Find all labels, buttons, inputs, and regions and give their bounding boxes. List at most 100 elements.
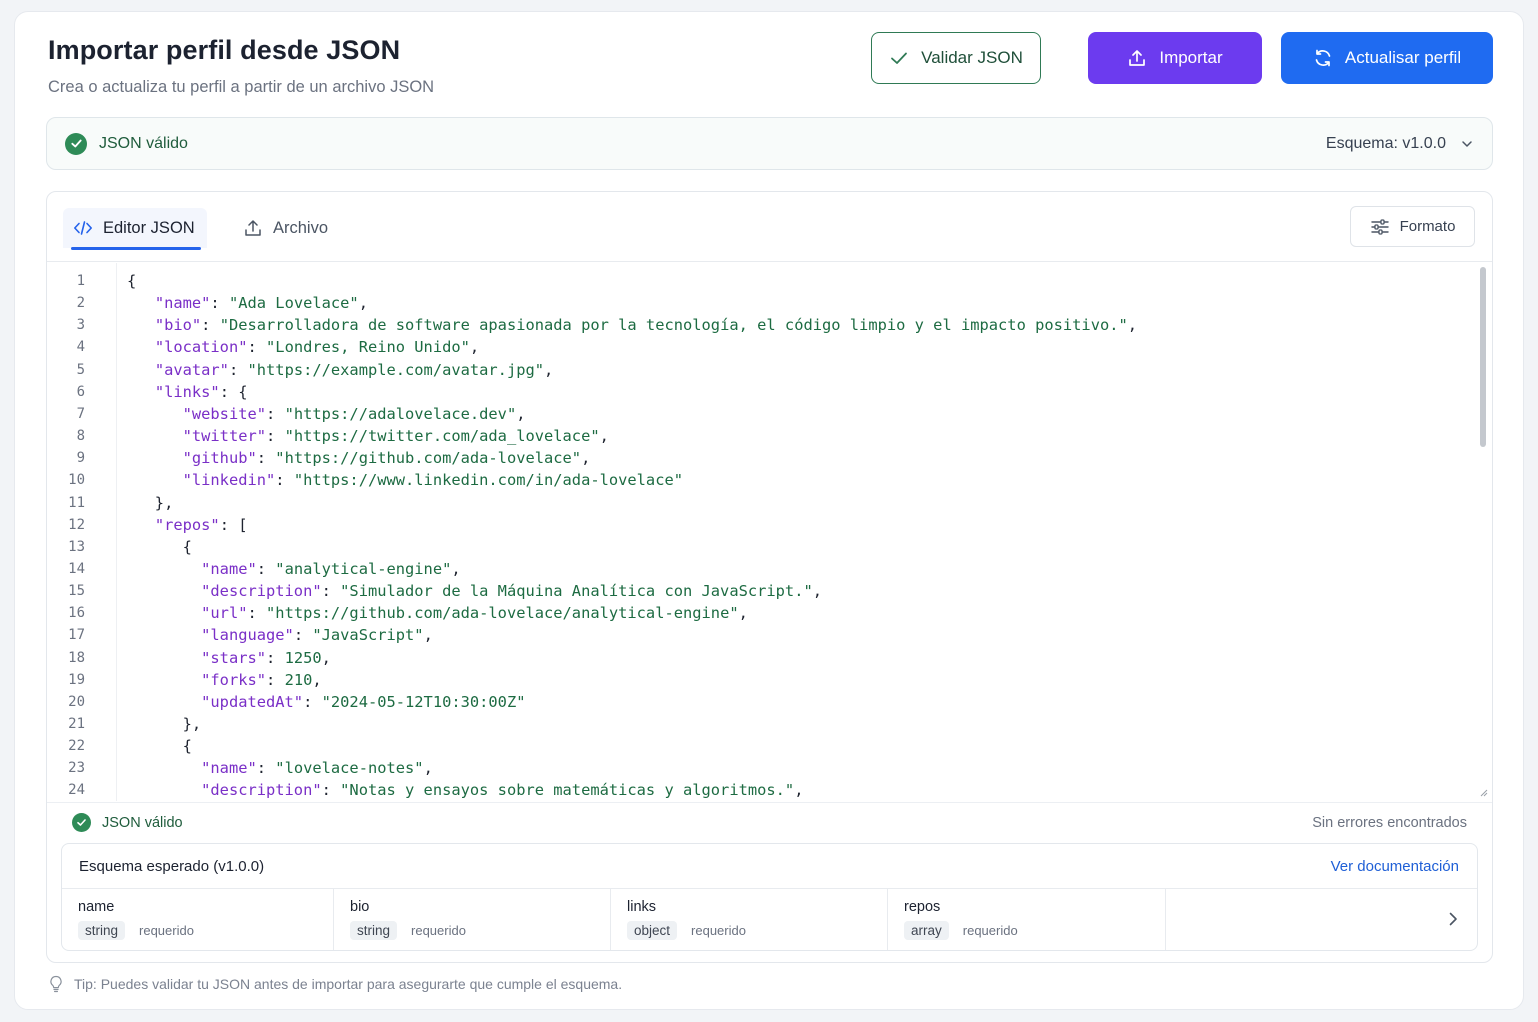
refresh-icon: [1315, 49, 1331, 67]
code-line: "name": "lovelace-notes",: [127, 757, 433, 779]
code-line: "location": "Londres, Reino Unido",: [127, 336, 479, 358]
json-punctuation: ,: [812, 582, 823, 601]
code-line: "description": "Simulador de la Máquina …: [127, 580, 822, 602]
editor-scrollbar[interactable]: [1480, 267, 1486, 447]
json-punctuation: :: [275, 471, 294, 490]
json-punctuation: ,: [738, 604, 748, 623]
chevron-down-icon: [1462, 140, 1472, 147]
json-punctuation: :: [256, 759, 276, 778]
json-punctuation: ,: [469, 338, 480, 357]
json-key: "name": [154, 294, 211, 313]
schema-title: Esquema esperado (v1.0.0): [79, 857, 265, 875]
json-punctuation: },: [127, 715, 202, 733]
json-punctuation: ,: [599, 427, 609, 446]
code-line: "repos": [: [127, 514, 248, 536]
line-number: 21: [68, 716, 85, 732]
code-line: },: [127, 492, 174, 514]
field-type-chip: array: [904, 921, 949, 940]
line-number: 5: [76, 361, 85, 378]
format-button[interactable]: Formato: [1350, 206, 1475, 247]
json-key: "twitter": [182, 427, 267, 446]
schema-version-select[interactable]: Esquema: v1.0.0: [1326, 135, 1474, 153]
validation-status-bar: JSON válido Esquema: v1.0.0: [46, 117, 1493, 170]
json-punctuation: [127, 294, 155, 312]
field-type-chip: string: [78, 921, 126, 940]
code-area[interactable]: { "name": "Ada Lovelace", "bio": "Desarr…: [127, 263, 1472, 801]
json-key: "forks": [201, 670, 267, 689]
tab-file[interactable]: Archivo: [243, 208, 328, 248]
update-profile-button[interactable]: Actualisar perfil: [1281, 32, 1493, 84]
line-number: 24: [68, 782, 85, 799]
line-number: 6: [76, 383, 85, 400]
schema-field-bio: bio string requerido: [334, 889, 611, 950]
json-punctuation: :: [266, 648, 285, 667]
upload-icon: [1129, 50, 1146, 66]
json-punctuation: :: [256, 449, 276, 468]
resize-grip-icon[interactable]: [1478, 787, 1488, 797]
json-value: 210: [284, 670, 313, 689]
json-punctuation: ,: [581, 449, 591, 468]
tip-row: Tip: Puedes validar tu JSON antes de imp…: [48, 975, 622, 993]
json-punctuation: ,: [312, 670, 322, 689]
code-line: {: [127, 536, 192, 558]
json-value: "JavaScript": [312, 626, 424, 645]
json-punctuation: [127, 516, 155, 534]
json-punctuation: ,: [423, 626, 433, 645]
line-number: 2: [76, 295, 85, 312]
json-value: 1250: [284, 648, 322, 667]
editor-footer-status: JSON válido Sin errores encontrados: [47, 802, 1492, 842]
field-required-label: requerido: [139, 923, 194, 938]
json-punctuation: {: [127, 272, 137, 290]
json-punctuation: ,: [423, 759, 433, 778]
json-punctuation: [127, 693, 201, 711]
line-number: 17: [68, 627, 85, 644]
line-number: 1: [76, 273, 85, 289]
documentation-link[interactable]: Ver documentación: [1331, 858, 1459, 875]
json-punctuation: {: [127, 537, 192, 556]
json-punctuation: ,: [516, 404, 526, 423]
line-number: 19: [68, 671, 85, 688]
json-key: "name": [201, 559, 257, 578]
json-punctuation: :: [303, 692, 322, 711]
import-button[interactable]: Importar: [1088, 32, 1262, 84]
line-number: 7: [76, 405, 85, 422]
json-punctuation: :: [321, 781, 341, 800]
validate-json-button[interactable]: Validar JSON: [871, 32, 1041, 84]
code-line: "linkedin": "https://www.linkedin.com/in…: [127, 469, 683, 491]
code-line: "name": "Ada Lovelace",: [127, 292, 368, 314]
field-type-chip: string: [350, 921, 398, 940]
json-key: "description": [201, 582, 322, 601]
json-code-editor[interactable]: 1 2 3 4 5 6 7 8 9 10 11 12 13 14 15 16 17 18 19 20 21 22 23 24 …: [47, 263, 1492, 801]
code-line: "url": "https://github.com/ada-lovelace/…: [127, 602, 748, 624]
json-key: "links": [154, 382, 220, 401]
check-icon: [891, 52, 908, 64]
json-punctuation: :: [321, 582, 341, 601]
schema-field-repos: repos array requerido: [888, 889, 1166, 950]
tab-file-label: Archivo: [273, 218, 329, 237]
json-key: "bio": [154, 316, 202, 335]
json-punctuation: ,: [1127, 316, 1138, 335]
json-value: "Notas y ensayos sobre matemáticas y alg…: [340, 781, 795, 800]
json-punctuation: [127, 649, 201, 667]
code-line: },: [127, 713, 202, 735]
json-value: "2024-05-12T10:30:00Z": [321, 692, 526, 711]
json-value: "https://github.com/ada-lovelace": [275, 449, 582, 468]
line-number: 23: [68, 760, 85, 777]
json-key: "linkedin": [182, 471, 276, 490]
json-value: "https://adalovelace.dev": [284, 404, 517, 423]
field-name: name: [78, 899, 115, 915]
schema-version-label: Esquema: v1.0.0: [1325, 134, 1446, 152]
schema-field-links: links object requerido: [611, 889, 888, 950]
json-punctuation: :: [266, 670, 285, 689]
line-number: 12: [68, 516, 85, 533]
json-punctuation: : {: [219, 382, 248, 401]
json-punctuation: :: [266, 404, 285, 423]
tab-json-editor[interactable]: Editor JSON: [63, 208, 207, 250]
line-number: 18: [68, 649, 85, 666]
json-punctuation: : [: [219, 515, 248, 534]
import-label: Importar: [1159, 48, 1223, 67]
chevron-right-icon[interactable]: [1443, 909, 1463, 929]
json-value: "Simulador de la Máquina Analítica con J…: [340, 582, 813, 601]
code-icon: [74, 221, 92, 235]
json-key: "url": [201, 604, 248, 623]
